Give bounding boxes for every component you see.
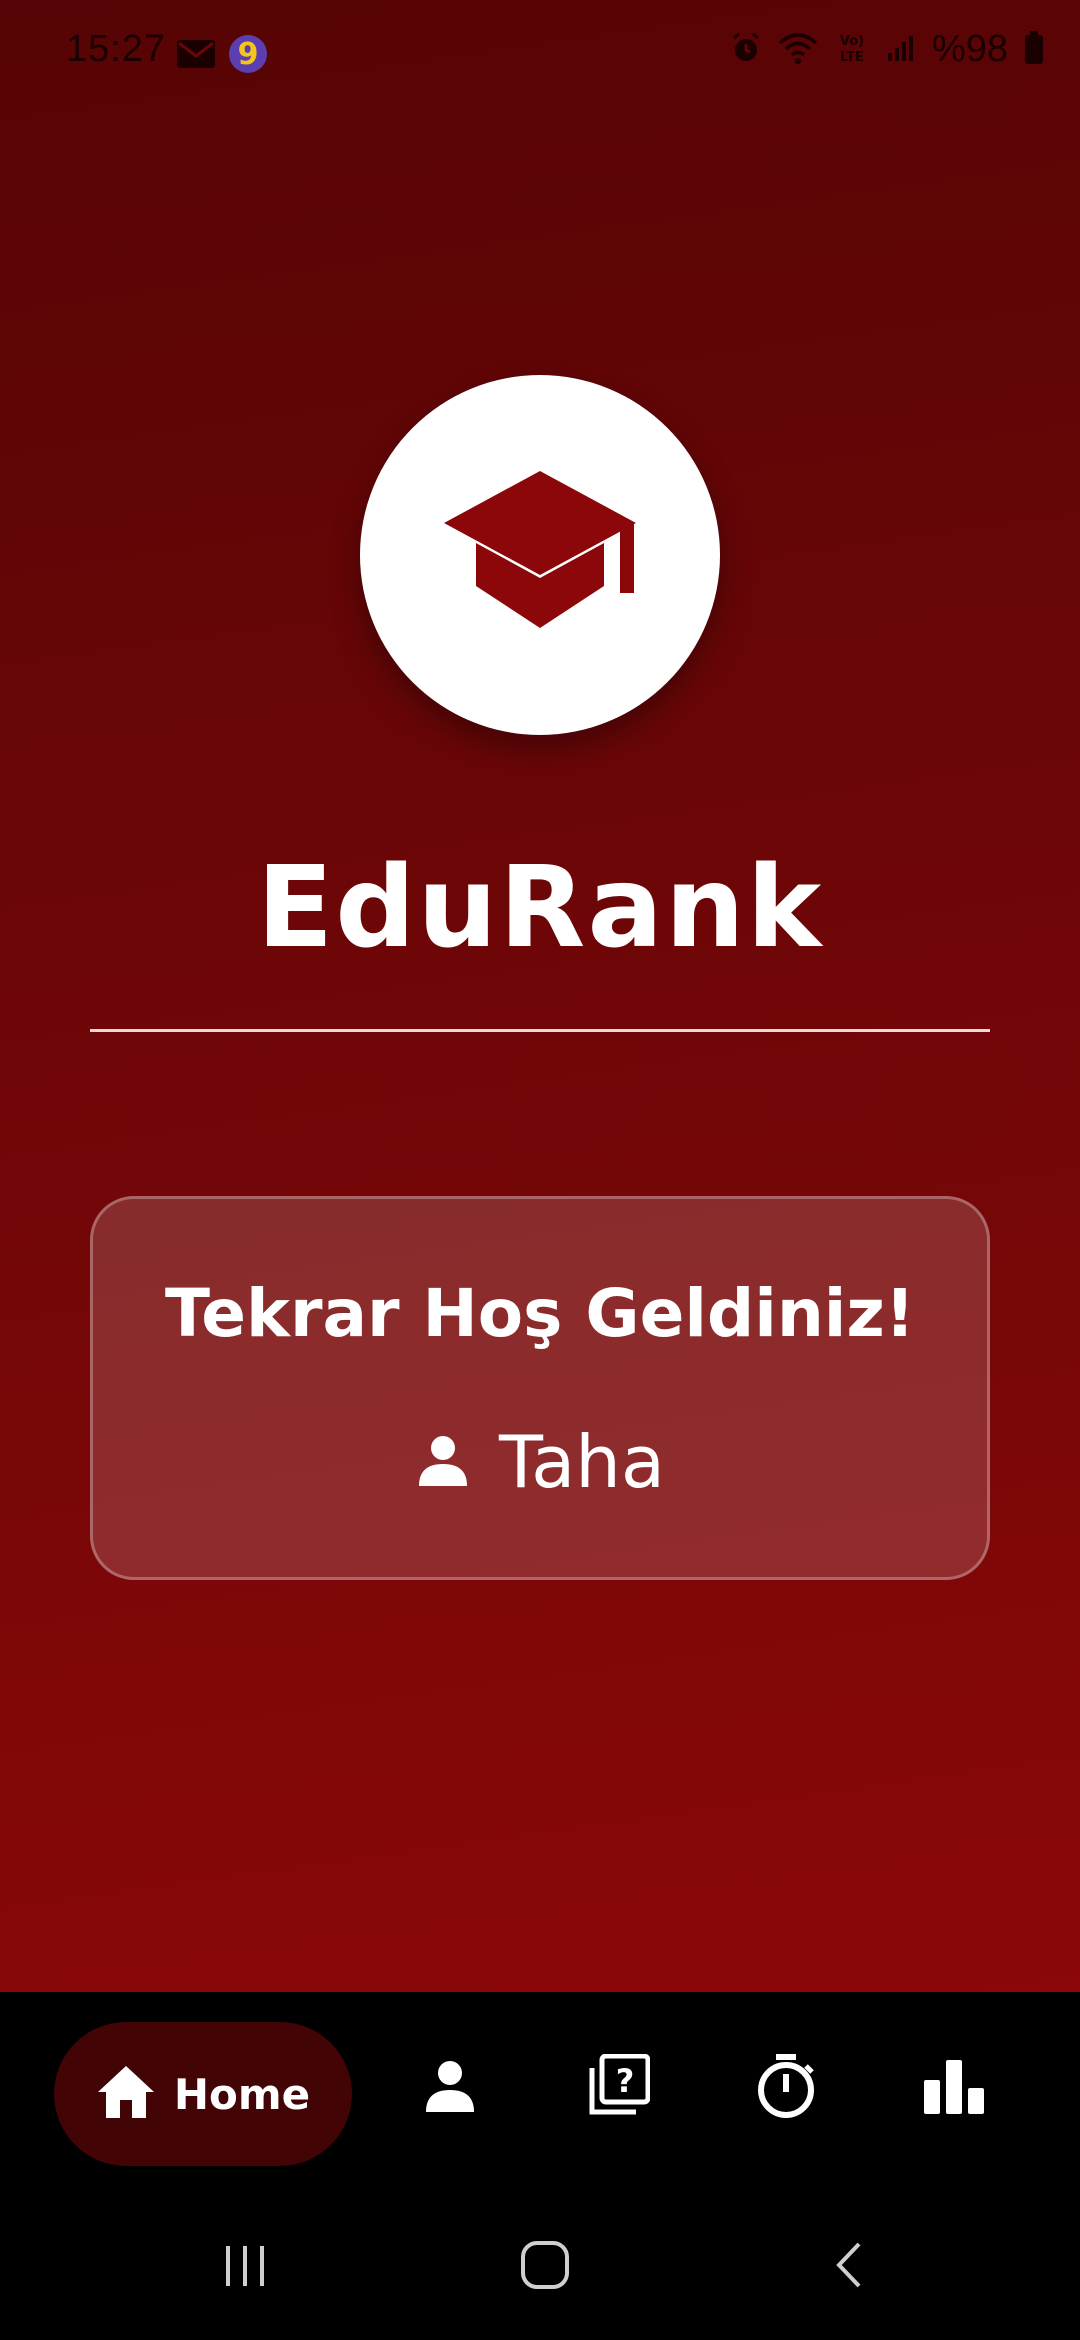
status-right-icons: Vo) LTE %98 (730, 28, 1044, 71)
home-outline-icon (519, 2239, 571, 2295)
signal-icon (886, 33, 916, 67)
battery-icon (1024, 30, 1044, 69)
graduation-cap-icon (440, 468, 640, 642)
system-navigation-bar (0, 2192, 1080, 2340)
recent-apps-button[interactable] (210, 2232, 280, 2302)
svg-text:LTE: LTE (840, 50, 864, 65)
svg-text:9: 9 (238, 37, 259, 72)
bottom-navigation: Home ? (0, 1992, 1080, 2192)
nav-home-label: Home (173, 2069, 311, 2119)
nav-quiz-button[interactable]: ? (578, 2048, 658, 2128)
back-chevron-icon (825, 2240, 875, 2294)
profile-icon (422, 2058, 478, 2118)
quiz-icon: ? (586, 2053, 651, 2122)
status-time: 15:27 (66, 28, 167, 70)
home-icon (96, 2064, 156, 2124)
person-icon (415, 1432, 471, 1492)
svg-text:Vo): Vo) (840, 34, 864, 49)
app-notification-icon: 9 (228, 34, 268, 78)
app-background (0, 0, 1080, 1992)
nav-timer-button[interactable] (746, 2048, 826, 2128)
username-label: Taha (499, 1420, 665, 1504)
welcome-card: Tekrar Hoş Geldiniz! Taha (90, 1196, 990, 1580)
status-left-icons: 9 (176, 34, 268, 78)
volte-icon: Vo) LTE (834, 31, 870, 69)
recent-apps-icon (220, 2240, 270, 2294)
status-bar: 15:27 9 Vo) LTE %98 (0, 0, 1080, 105)
app-logo (360, 375, 720, 735)
alarm-icon (730, 32, 762, 68)
svg-text:?: ? (616, 2062, 635, 2100)
nav-profile-button[interactable] (410, 2048, 490, 2128)
nav-leaderboard-button[interactable] (914, 2048, 994, 2128)
app-title: EduRank (256, 843, 824, 973)
wifi-icon (778, 31, 818, 69)
back-button[interactable] (815, 2232, 885, 2302)
nav-home-button[interactable]: Home (54, 2022, 352, 2166)
leaderboard-icon (922, 2058, 986, 2118)
gmail-icon (176, 39, 216, 73)
timer-icon (754, 2052, 818, 2124)
welcome-title: Tekrar Hoş Geldiniz! (165, 1275, 915, 1352)
battery-percent: %98 (931, 28, 1008, 70)
home-system-button[interactable] (510, 2232, 580, 2302)
welcome-user: Taha (93, 1417, 987, 1507)
title-divider (90, 1029, 990, 1032)
